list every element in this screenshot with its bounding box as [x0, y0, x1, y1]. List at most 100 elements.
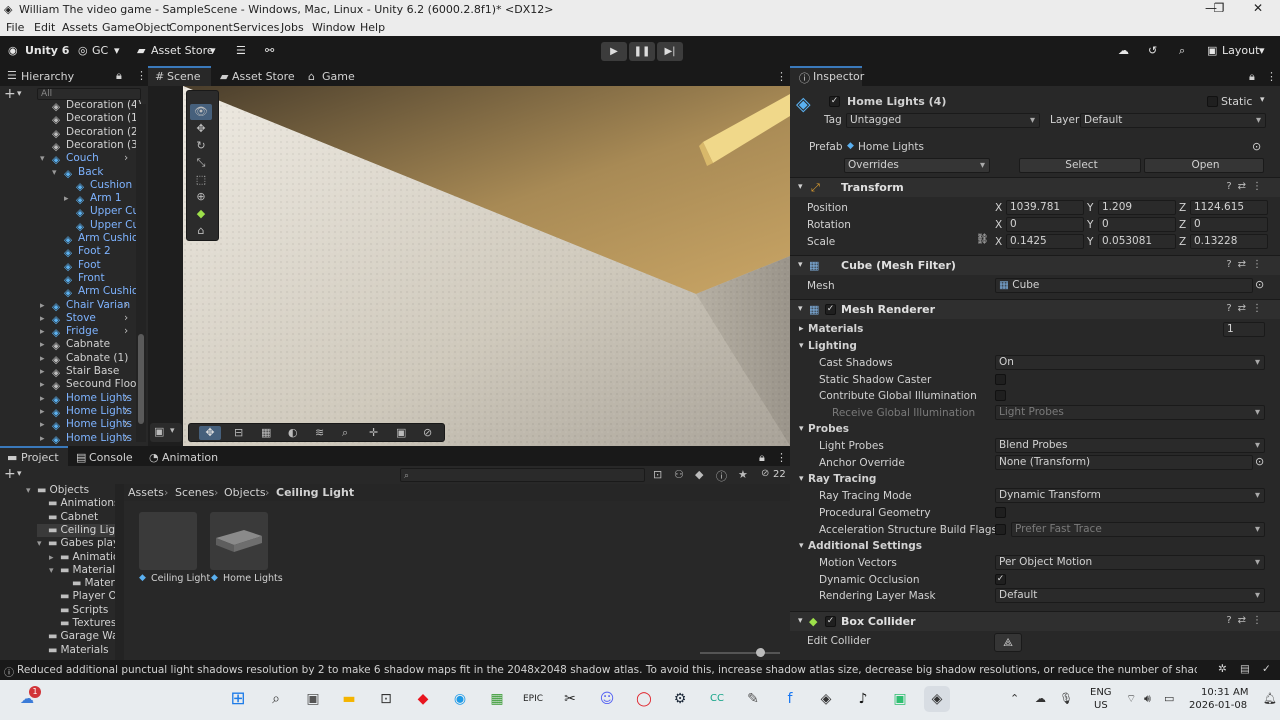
- hierarchy-item[interactable]: ▸ ◈ Stair Base: [40, 365, 119, 379]
- project-folder-item[interactable]: ▸ ▬ Animatio: [49, 551, 115, 564]
- hierarchy-item[interactable]: ◈ Decoration (1): [40, 112, 142, 126]
- active-checkbox[interactable]: ✓: [829, 96, 840, 107]
- unity-version-button[interactable]: Unity 6: [25, 44, 69, 57]
- menu-file[interactable]: File: [6, 21, 24, 34]
- pos-x-field[interactable]: 1039.781: [1006, 200, 1084, 215]
- grid-icon[interactable]: ▦: [261, 426, 271, 439]
- branch-icon[interactable]: ⚯: [265, 44, 274, 57]
- hierarchy-item[interactable]: ◈ Arm Cushior: [52, 285, 143, 299]
- menu-services[interactable]: Services: [233, 21, 279, 34]
- menu-jobs[interactable]: Jobs: [281, 21, 304, 34]
- project-tree-scrollbar[interactable]: [115, 484, 124, 660]
- chevron-right-icon[interactable]: ▸: [40, 367, 52, 377]
- chevron-down-icon[interactable]: ▾: [52, 168, 64, 178]
- hierarchy-scrollbar[interactable]: [136, 104, 146, 442]
- more-icon[interactable]: ⋮: [1266, 70, 1277, 83]
- project-folder-item[interactable]: ▬ Mater: [61, 577, 115, 590]
- procedural-geometry-checkbox[interactable]: [995, 507, 1006, 518]
- star-icon[interactable]: ★: [738, 468, 748, 481]
- axis-label-x[interactable]: X: [995, 236, 1002, 248]
- tab-console[interactable]: Console: [89, 451, 133, 464]
- chevron-right-icon[interactable]: ▸: [64, 194, 76, 204]
- tab-game[interactable]: Game: [322, 70, 355, 83]
- chevron-down-icon[interactable]: ▾: [799, 424, 804, 434]
- axis-label-y[interactable]: Y: [1087, 202, 1093, 214]
- add-icon[interactable]: +: [4, 86, 16, 102]
- axis-label-z[interactable]: Z: [1179, 219, 1186, 231]
- component-header-icons[interactable]: ?⇄⋮: [1226, 181, 1268, 192]
- chevron-down-icon[interactable]: ▾: [37, 539, 48, 549]
- app-icon[interactable]: ◆: [410, 686, 436, 712]
- probe-tool-icon[interactable]: ⌂: [190, 223, 212, 239]
- mesh-filter-header[interactable]: ▾ ▦ Cube (Mesh Filter) ?⇄⋮: [790, 255, 1280, 275]
- pause-button[interactable]: ❚❚: [629, 42, 655, 61]
- rot-y-field[interactable]: 0: [1098, 217, 1176, 232]
- layout-dropdown[interactable]: Layout: [1222, 44, 1259, 57]
- target-icon[interactable]: ⊙: [1255, 455, 1264, 468]
- accel-flags-checkbox[interactable]: [995, 524, 1006, 535]
- asset-store-button[interactable]: Asset Store: [151, 44, 214, 57]
- hierarchy-item[interactable]: ◈ Upper Cu: [64, 219, 139, 233]
- unity-icon[interactable]: ◈: [924, 686, 950, 712]
- pos-z-field[interactable]: 1124.615: [1190, 200, 1268, 215]
- chevron-down-icon[interactable]: ▾: [1260, 95, 1265, 105]
- object-name-field[interactable]: Home Lights (4): [847, 95, 946, 108]
- scale-z-field[interactable]: 0.13228: [1190, 234, 1268, 249]
- scale-tool-icon[interactable]: ⤡: [190, 155, 212, 171]
- menu-window[interactable]: Window: [312, 21, 355, 34]
- camera-settings-icon[interactable]: ▣: [396, 426, 406, 439]
- shading-icon[interactable]: ◐: [288, 426, 298, 439]
- hierarchy-item[interactable]: ◈ Decoration (3): [40, 139, 142, 153]
- box-collider-header[interactable]: ▾ ◆ ✓ Box Collider ?⇄⋮: [790, 611, 1280, 631]
- lock-icon[interactable]: 🔒︎: [116, 69, 122, 83]
- hierarchy-item[interactable]: ◈ Upper Cu: [64, 205, 139, 219]
- search-icon[interactable]: ⌕: [1179, 44, 1185, 58]
- chevron-right-icon[interactable]: ›: [124, 405, 128, 417]
- edge-icon[interactable]: ◉: [447, 686, 473, 712]
- language-indicator[interactable]: ENG: [1090, 687, 1112, 698]
- keyboard-layout[interactable]: US: [1094, 700, 1108, 711]
- file-explorer-icon[interactable]: ▬: [336, 686, 362, 712]
- chevron-right-icon[interactable]: ›: [124, 418, 128, 430]
- project-search-input[interactable]: ⌕: [400, 468, 645, 482]
- scale-y-field[interactable]: 0.053081: [1098, 234, 1176, 249]
- hierarchy-item[interactable]: ▸ ◈ Home Lights ›: [40, 392, 132, 406]
- windows-start-icon[interactable]: ⊞: [225, 686, 251, 712]
- light-probes-dropdown[interactable]: Blend Probes: [995, 438, 1265, 453]
- chevron-right-icon[interactable]: ▸: [40, 301, 52, 311]
- axis-label-y[interactable]: Y: [1087, 236, 1093, 248]
- hierarchy-item[interactable]: ▸ ◈ Fridge ›: [40, 325, 128, 339]
- motion-vectors-dropdown[interactable]: Per Object Motion: [995, 555, 1265, 570]
- stack-icon[interactable]: ☰: [236, 44, 246, 57]
- chevron-down-icon[interactable]: ▾: [799, 541, 804, 551]
- project-folder-item[interactable]: ▬ Cabnet: [37, 511, 115, 524]
- chevron-right-icon[interactable]: ›: [124, 312, 128, 324]
- cast-shadows-dropdown[interactable]: On: [995, 355, 1265, 370]
- hierarchy-item[interactable]: ▾ ◈ Back: [52, 166, 104, 180]
- scale-x-field[interactable]: 0.1425: [1006, 234, 1084, 249]
- menu-edit[interactable]: Edit: [34, 21, 55, 34]
- axis-label-z[interactable]: Z: [1179, 202, 1186, 214]
- static-checkbox[interactable]: [1207, 96, 1218, 107]
- layers-icon[interactable]: ≋: [315, 426, 324, 439]
- gamepad-icon[interactable]: ▣: [887, 686, 913, 712]
- project-folder-item[interactable]: ▾ ▬ Objects: [26, 484, 115, 497]
- editor-icon[interactable]: ✎: [740, 686, 766, 712]
- mesh-field[interactable]: ▦ Cube: [995, 278, 1253, 293]
- chevron-right-icon[interactable]: ▸: [40, 434, 52, 444]
- chevron-right-icon[interactable]: ▸: [40, 354, 52, 364]
- microphone-icon[interactable]: 🎙︎: [1059, 692, 1073, 705]
- hierarchy-item[interactable]: ▸ ◈ Chair Varian ›: [40, 299, 130, 313]
- move-handle-icon[interactable]: ✥: [199, 426, 221, 440]
- asset-thumbnail[interactable]: [139, 512, 197, 570]
- layer-dropdown[interactable]: Default: [1080, 113, 1266, 128]
- hierarchy-item[interactable]: ▸ ◈ Home Lights ›: [40, 432, 132, 446]
- axis-label-y[interactable]: Y: [1087, 219, 1093, 231]
- rotate-tool-icon[interactable]: ↻: [190, 138, 212, 154]
- breadcrumb-ceiling-light[interactable]: Ceiling Light: [276, 486, 354, 499]
- unity-hub-icon[interactable]: ◈: [813, 686, 839, 712]
- materials-foldout[interactable]: Materials: [808, 323, 863, 335]
- overrides-dropdown[interactable]: Overrides: [844, 158, 990, 173]
- tab-animation[interactable]: Animation: [162, 451, 218, 464]
- ray-tracing-mode-dropdown[interactable]: Dynamic Transform: [995, 488, 1265, 503]
